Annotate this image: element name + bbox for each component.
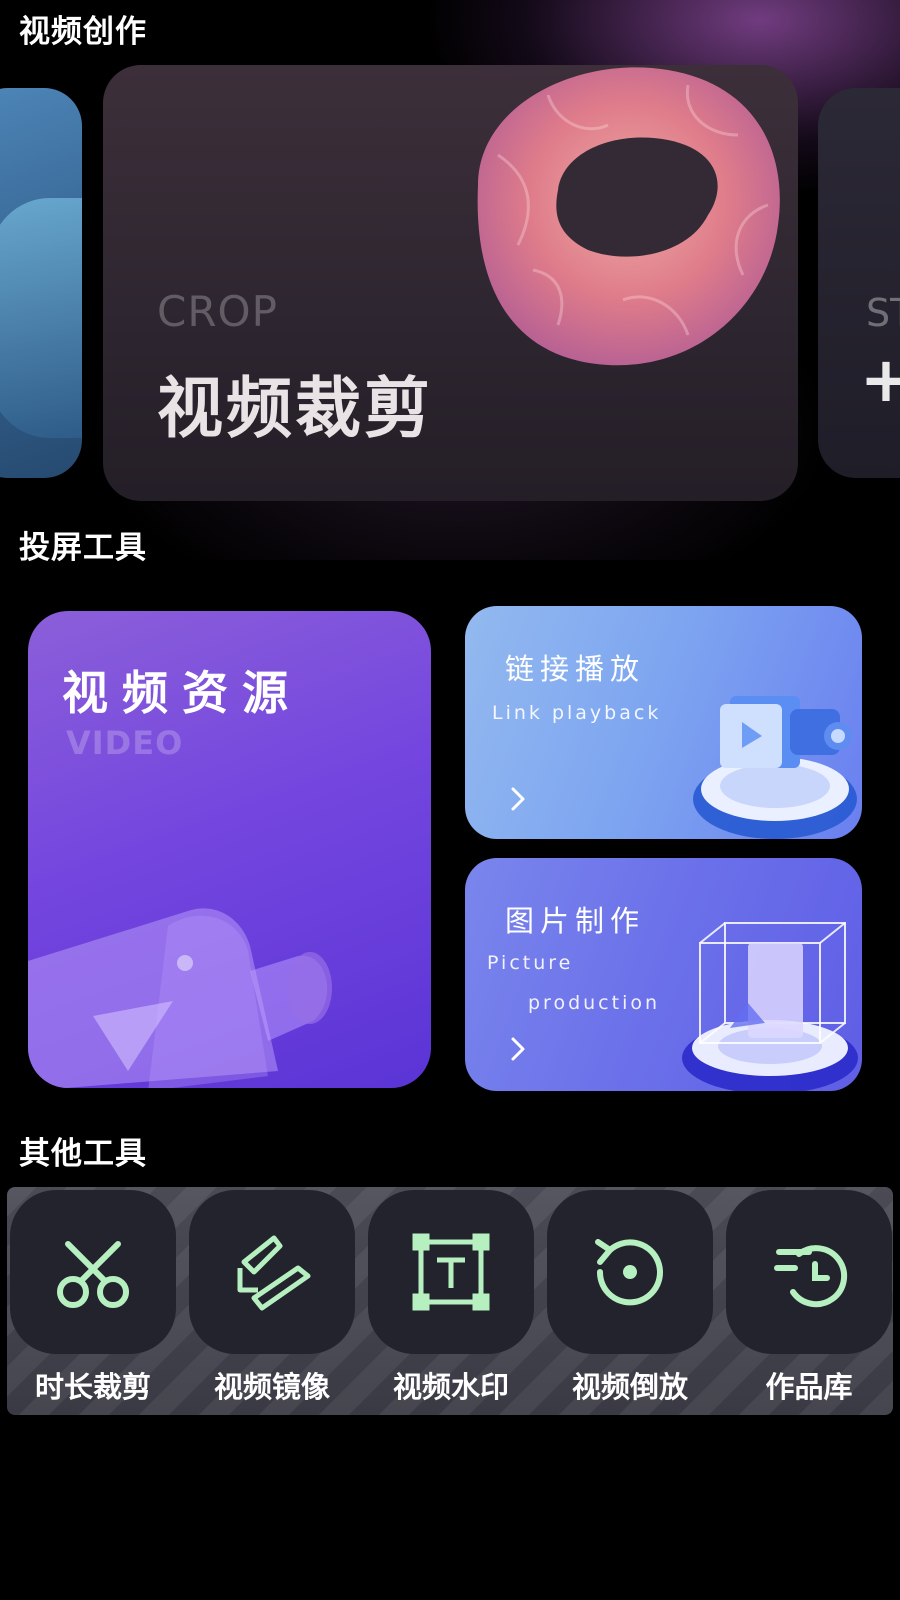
reverse-icon — [595, 1239, 663, 1306]
section-title-projection-tools: 投屏工具 — [19, 530, 147, 566]
card-label: ST — [866, 291, 900, 335]
section-title-other-tools: 其他工具 — [19, 1136, 147, 1172]
tool-label: 视频镜像 — [213, 1370, 330, 1404]
card-label: CROP — [157, 287, 278, 336]
card-title: 视频裁剪 — [157, 370, 433, 447]
projector-artwork — [693, 696, 857, 839]
video-camera-icon — [28, 908, 332, 1088]
app-screen: 视频创作 CROP 视频裁剪 S + 投屏工具 视频资源 VIDEO 链接播放 … — [0, 0, 900, 1600]
card-artwork — [0, 198, 82, 438]
card-subtitle: VIDEO — [66, 724, 184, 762]
carousel-card-next[interactable]: ST + — [818, 88, 900, 478]
carousel-card-previous[interactable] — [0, 88, 82, 478]
tool-video-watermark[interactable]: 视频水印 — [368, 1190, 534, 1410]
tool-label: 视频倒放 — [571, 1370, 688, 1404]
tool-label: 时长裁剪 — [34, 1370, 151, 1404]
tool-icon-background — [368, 1190, 534, 1354]
tool-icon-background — [10, 1190, 176, 1354]
torus-artwork — [477, 67, 780, 366]
tool-works-library[interactable]: 作品库 — [726, 1190, 892, 1410]
tool-video-mirror[interactable]: 视频镜像 — [189, 1190, 355, 1410]
mirror-icon — [237, 1235, 311, 1311]
video-resource-card[interactable]: 视频资源 VIDEO — [28, 611, 431, 1088]
tool-icon-background — [189, 1190, 355, 1354]
tool-icon-background — [726, 1190, 892, 1354]
tool-label: 作品库 — [765, 1370, 853, 1404]
card-subtitle-line2: production — [528, 992, 661, 1014]
carousel-card-crop[interactable]: CROP 视频裁剪 — [103, 65, 798, 501]
section-title-video-creation: 视频创作 — [19, 14, 147, 50]
tool-label: 视频水印 — [392, 1370, 509, 1404]
chevron-right-icon — [511, 1037, 525, 1061]
tool-video-reverse[interactable]: 视频倒放 — [547, 1190, 713, 1410]
picture-production-card[interactable]: 图片制作 Picture production — [465, 858, 862, 1091]
card-title: 视频资源 — [62, 666, 302, 720]
link-playback-card[interactable]: 链接播放 Link playback — [465, 606, 862, 839]
card-subtitle-line1: Picture — [487, 952, 574, 974]
history-icon — [774, 1245, 848, 1308]
card-subtitle: Link playback — [492, 702, 662, 724]
tool-duration-crop[interactable]: 时长裁剪 — [10, 1190, 176, 1410]
watermark-icon — [412, 1233, 490, 1311]
image-cube-artwork — [682, 922, 858, 1091]
tool-icon-background — [547, 1190, 713, 1354]
card-title: 链接播放 — [505, 652, 646, 686]
chevron-right-icon — [511, 787, 525, 811]
scissors-icon — [57, 1241, 129, 1308]
card-title: 图片制作 — [505, 904, 646, 938]
card-title: + — [860, 343, 900, 416]
